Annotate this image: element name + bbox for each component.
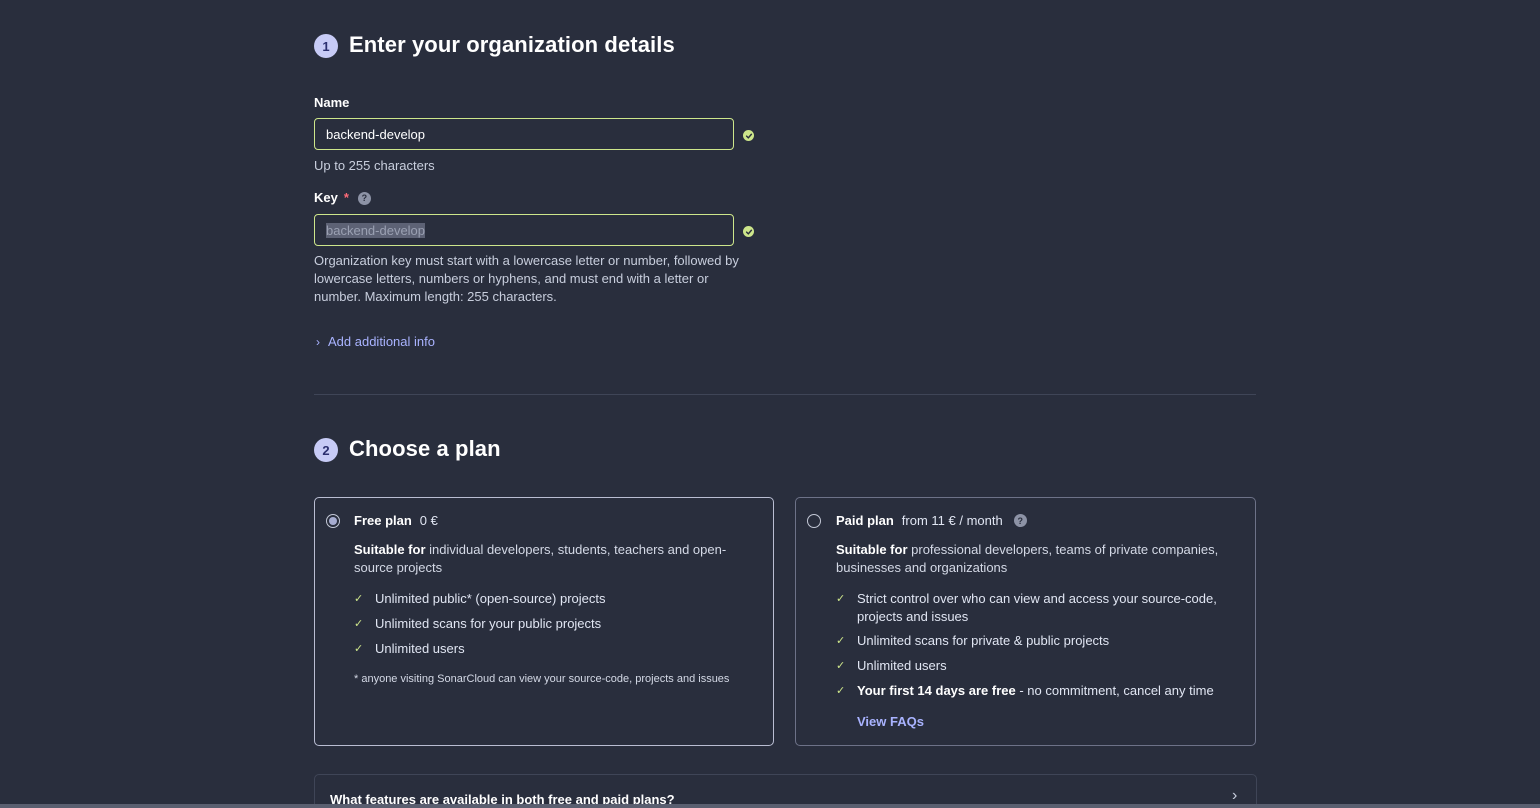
add-additional-info-toggle[interactable]: › Add additional info [316, 334, 435, 349]
paid-plan-desc-text: businesses and organizations [836, 560, 1008, 575]
step-1-title: Enter your organization details [349, 32, 675, 57]
add-additional-info-label: Add additional info [328, 334, 435, 349]
view-faqs-link[interactable]: View FAQs [857, 714, 924, 729]
free-plan-feature-text: Unlimited users [375, 641, 465, 656]
free-plan-card[interactable]: Free plan 0 € Suitable for individual de… [314, 497, 774, 746]
key-hint-line: Organization key must start with a lower… [314, 253, 739, 268]
paid-plan-trial-text: - no commitment, cancel any time [1015, 683, 1214, 698]
free-plan-desc-text: source projects [354, 560, 443, 575]
key-input-value: backend-develop [326, 222, 426, 238]
free-plan-feature-text: Unlimited public* (open-source) projects [375, 591, 606, 606]
section-divider [314, 394, 1256, 395]
paid-plan-price: from 11 € / month [901, 513, 1003, 528]
chevron-right-icon: › [316, 334, 320, 349]
horizontal-scrollbar[interactable] [0, 804, 1540, 808]
free-plan-feature: ✓ Unlimited users [354, 640, 465, 658]
paid-plan-feature-text: Strict control over who can view and acc… [857, 591, 1217, 606]
free-plan-desc-text: individual developers, students, teacher… [429, 542, 727, 557]
paid-plan-header: Paid plan from 11 € / month ? [836, 513, 1027, 528]
name-input-value: backend-develop [326, 126, 426, 142]
free-plan-price: 0 € [419, 513, 438, 528]
paid-plan-radio[interactable] [807, 514, 821, 528]
step-2-badge: 2 [314, 438, 338, 462]
paid-plan-feature-text: Unlimited scans for private & public pro… [857, 633, 1110, 648]
paid-plan-feature-text: projects and issues [857, 609, 969, 624]
free-plan-radio[interactable] [326, 514, 340, 528]
paid-plan-feature: ✓ Unlimited scans for private & public pr… [836, 632, 1109, 650]
help-icon[interactable]: ? [1013, 514, 1027, 527]
free-plan-feature: ✓ Unlimited public* (open-source) project… [354, 590, 606, 608]
check-icon: ✓ [354, 593, 364, 605]
free-plan-desc-bold: Suitable for [354, 542, 426, 557]
key-input[interactable]: backend-develop [314, 214, 734, 246]
key-label-row: Key *? [314, 190, 371, 205]
paid-plan-description: Suitable for professional developers, te… [836, 541, 1246, 577]
free-plan-feature-text: Unlimited scans for your public projects [375, 616, 602, 631]
name-hint: Up to 255 characters [314, 158, 435, 173]
key-label: Key [314, 190, 338, 205]
free-plan-description: Suitable for individual developers, stud… [354, 541, 754, 577]
plans-features-accordion[interactable]: What features are available in both free… [314, 774, 1257, 808]
step-1-badge: 1 [314, 34, 338, 58]
check-icon: ✓ [836, 660, 846, 672]
paid-plan-card[interactable]: Paid plan from 11 € / month ? Suitable f… [795, 497, 1256, 746]
name-valid-icon [743, 130, 754, 141]
check-icon: ✓ [836, 593, 846, 605]
paid-plan-feature: ✓ Strict control over who can view and a… [836, 590, 1217, 626]
free-plan-header: Free plan 0 € [354, 513, 438, 528]
paid-plan-desc-text: professional developers, teams of privat… [911, 542, 1219, 557]
name-label: Name [314, 95, 350, 110]
free-plan-footnote: * anyone visiting SonarCloud can view yo… [354, 673, 730, 685]
paid-plan-name: Paid plan [836, 513, 894, 528]
check-icon: ✓ [836, 635, 846, 647]
free-plan-name: Free plan [354, 513, 412, 528]
key-valid-icon [743, 226, 754, 237]
paid-plan-feature: ✓ Your first 14 days are free - no commit… [836, 682, 1214, 700]
paid-plan-feature: ✓ Unlimited users [836, 657, 947, 675]
required-asterisk: * [343, 190, 349, 205]
chevron-right-icon: › [1232, 787, 1238, 804]
key-hint-line: number. Maximum length: 255 characters. [314, 289, 557, 304]
free-plan-feature: ✓ Unlimited scans for your public project… [354, 615, 601, 633]
key-hint: Organization key must start with a lower… [314, 252, 774, 306]
check-icon: ✓ [354, 643, 364, 655]
paid-plan-feature-text: Unlimited users [857, 658, 947, 673]
check-icon: ✓ [836, 685, 846, 697]
paid-plan-trial-bold: Your first 14 days are free [857, 683, 1016, 698]
key-hint-line: lowercase letters, numbers or hyphens, a… [314, 271, 709, 286]
help-icon[interactable]: ? [357, 191, 371, 205]
check-icon: ✓ [354, 618, 364, 630]
step-2-title: Choose a plan [349, 436, 501, 461]
paid-plan-desc-bold: Suitable for [836, 542, 908, 557]
name-input[interactable]: backend-develop [314, 118, 734, 150]
